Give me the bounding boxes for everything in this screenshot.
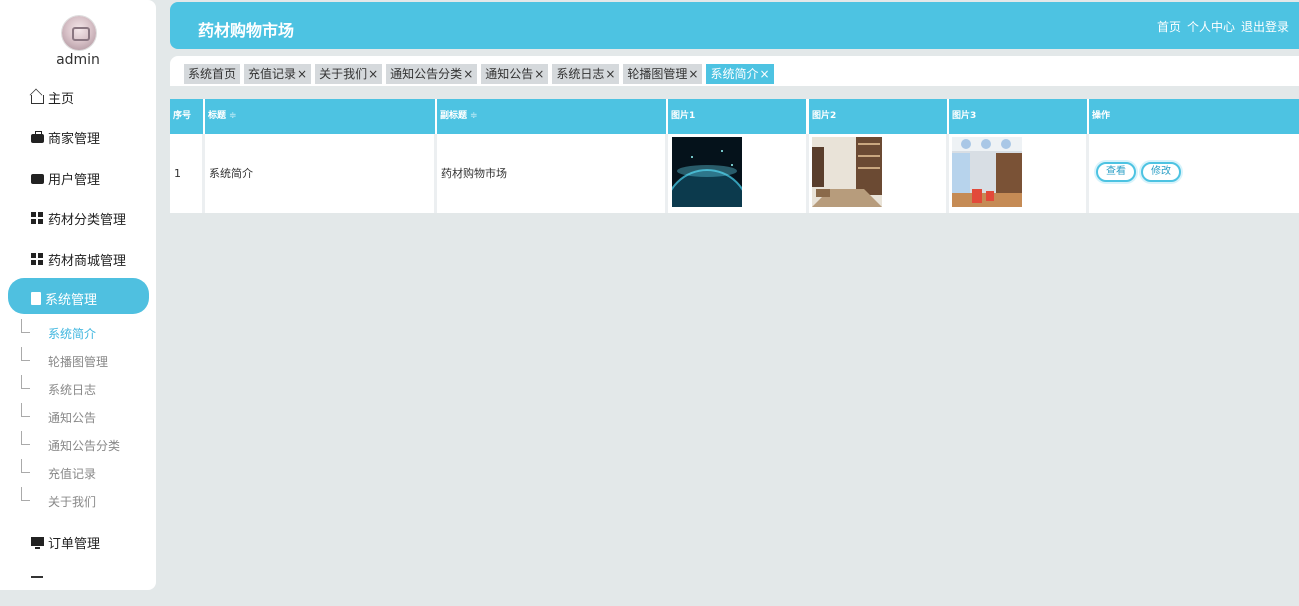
tree-line [21, 431, 30, 445]
tab-item[interactable]: 充值记录× [244, 64, 312, 84]
minus-icon [31, 576, 43, 578]
briefcase-icon [31, 131, 44, 143]
cell-title: 系统简介 [205, 134, 437, 213]
menu-label: 用户管理 [48, 173, 101, 188]
grid-icon [31, 253, 44, 266]
tab-item[interactable]: 系统简介× [706, 64, 774, 84]
tab-item[interactable]: 关于我们× [315, 64, 383, 84]
menu-item-system-inner: 系统管理 [31, 289, 97, 308]
home-link[interactable]: 首页 [1157, 18, 1181, 35]
menu-label: 订单管理 [48, 537, 101, 552]
menu-label: 系统管理 [45, 293, 98, 308]
tab-label: 通知公告分类 [390, 67, 463, 81]
tree-line [21, 403, 30, 417]
tab-label: 系统简介 [710, 67, 759, 81]
submenu-notice[interactable]: 通知公告 [48, 409, 96, 426]
image1-thumbnail[interactable] [672, 137, 742, 207]
menu-item-herb-category[interactable]: 药材分类管理 [31, 209, 126, 228]
tab-label: 关于我们 [319, 67, 368, 81]
app-title: 药材购物市场 [198, 21, 295, 40]
tree-line [21, 487, 30, 501]
close-icon[interactable]: × [605, 67, 615, 81]
admin-username: admin [56, 52, 100, 68]
menu-item-order[interactable]: 订单管理 [31, 533, 100, 552]
data-table: 序号 标题 ≑ 副标题 ≑ 图片1 图片2 图片3 操作 1 系统简介 药材购物市场… [170, 99, 1299, 213]
home-icon [31, 95, 44, 104]
menu-item-merchant[interactable]: 商家管理 [31, 128, 100, 147]
sort-icon[interactable]: ≑ [470, 111, 478, 121]
cell-index: 1 [170, 134, 205, 213]
monitor-icon [31, 537, 44, 549]
menu-item-home[interactable]: 主页 [31, 88, 74, 107]
image2-thumbnail[interactable] [812, 137, 882, 207]
header-links: 首页 个人中心 退出登录 [1157, 18, 1289, 35]
tree-line [21, 375, 30, 389]
submenu-recharge[interactable]: 充值记录 [48, 465, 96, 482]
top-header: 药材购物市场 首页 个人中心 退出登录 [170, 2, 1299, 49]
chat-icon [31, 173, 44, 184]
close-icon[interactable]: × [297, 67, 307, 81]
column-header-image1: 图片1 [668, 99, 806, 134]
tab-item[interactable]: 通知公告分类× [386, 64, 478, 84]
column-header-title[interactable]: 标题 ≑ [205, 99, 435, 134]
close-icon[interactable]: × [368, 67, 378, 81]
tab-label: 系统日志 [556, 67, 605, 81]
edit-button[interactable]: 修改 [1141, 162, 1181, 182]
menu-item-user[interactable]: 用户管理 [31, 169, 100, 188]
tab-label: 通知公告 [485, 67, 534, 81]
submenu-about[interactable]: 关于我们 [48, 493, 96, 510]
submenu-system-log[interactable]: 系统日志 [48, 381, 96, 398]
sort-icon[interactable]: ≑ [229, 111, 237, 121]
cell-subtitle: 药材购物市场 [437, 134, 668, 213]
tree-line [21, 347, 30, 361]
avatar[interactable] [62, 16, 96, 50]
submenu-carousel[interactable]: 轮播图管理 [48, 353, 108, 370]
tab-label: 轮播图管理 [627, 67, 688, 81]
submenu-notice-category[interactable]: 通知公告分类 [48, 437, 120, 454]
grid-icon [31, 212, 44, 225]
sidebar: admin 主页 商家管理 用户管理 药材分类管理 药材商城管理 系统管理 系统… [0, 0, 156, 590]
menu-item-system[interactable]: 系统管理 [8, 278, 149, 314]
tab-item[interactable]: 系统日志× [552, 64, 620, 84]
column-label: 标题 [208, 111, 227, 121]
tab-label: 充值记录 [248, 67, 297, 81]
tab-item[interactable]: 通知公告× [481, 64, 549, 84]
submenu-system-intro[interactable]: 系统简介 [48, 325, 96, 342]
column-header-subtitle[interactable]: 副标题 ≑ [437, 99, 666, 134]
tree-line [21, 459, 30, 473]
logout-link[interactable]: 退出登录 [1241, 18, 1289, 35]
menu-label: 药材分类管理 [48, 213, 127, 228]
column-header-index: 序号 [170, 99, 203, 134]
tree-line [21, 319, 30, 333]
column-header-image3: 图片3 [949, 99, 1087, 134]
profile-link[interactable]: 个人中心 [1187, 18, 1235, 35]
clipboard-icon [31, 292, 41, 305]
menu-label: 商家管理 [48, 132, 101, 147]
image3-thumbnail[interactable] [952, 137, 1022, 207]
tab-bar: 系统首页 充值记录× 关于我们× 通知公告分类× 通知公告× 系统日志× 轮播图管理× 系统简… [170, 56, 1299, 86]
view-button[interactable]: 查看 [1096, 162, 1136, 182]
close-icon[interactable]: × [760, 67, 770, 81]
close-icon[interactable]: × [534, 67, 544, 81]
close-icon[interactable]: × [688, 67, 698, 81]
menu-label: 主页 [48, 92, 75, 107]
close-icon[interactable]: × [463, 67, 473, 81]
column-header-actions: 操作 [1089, 99, 1299, 134]
menu-label: 药材商城管理 [48, 254, 127, 269]
tab-label: 系统首页 [188, 67, 237, 81]
tab-item[interactable]: 轮播图管理× [623, 64, 703, 84]
column-label: 副标题 [440, 111, 468, 121]
tab-item[interactable]: 系统首页 [184, 64, 241, 84]
menu-item-herb-store[interactable]: 药材商城管理 [31, 250, 126, 269]
tab-list: 系统首页 充值记录× 关于我们× 通知公告分类× 通知公告× 系统日志× 轮播图管理× 系统简… [184, 64, 774, 84]
column-header-image2: 图片2 [809, 99, 947, 134]
